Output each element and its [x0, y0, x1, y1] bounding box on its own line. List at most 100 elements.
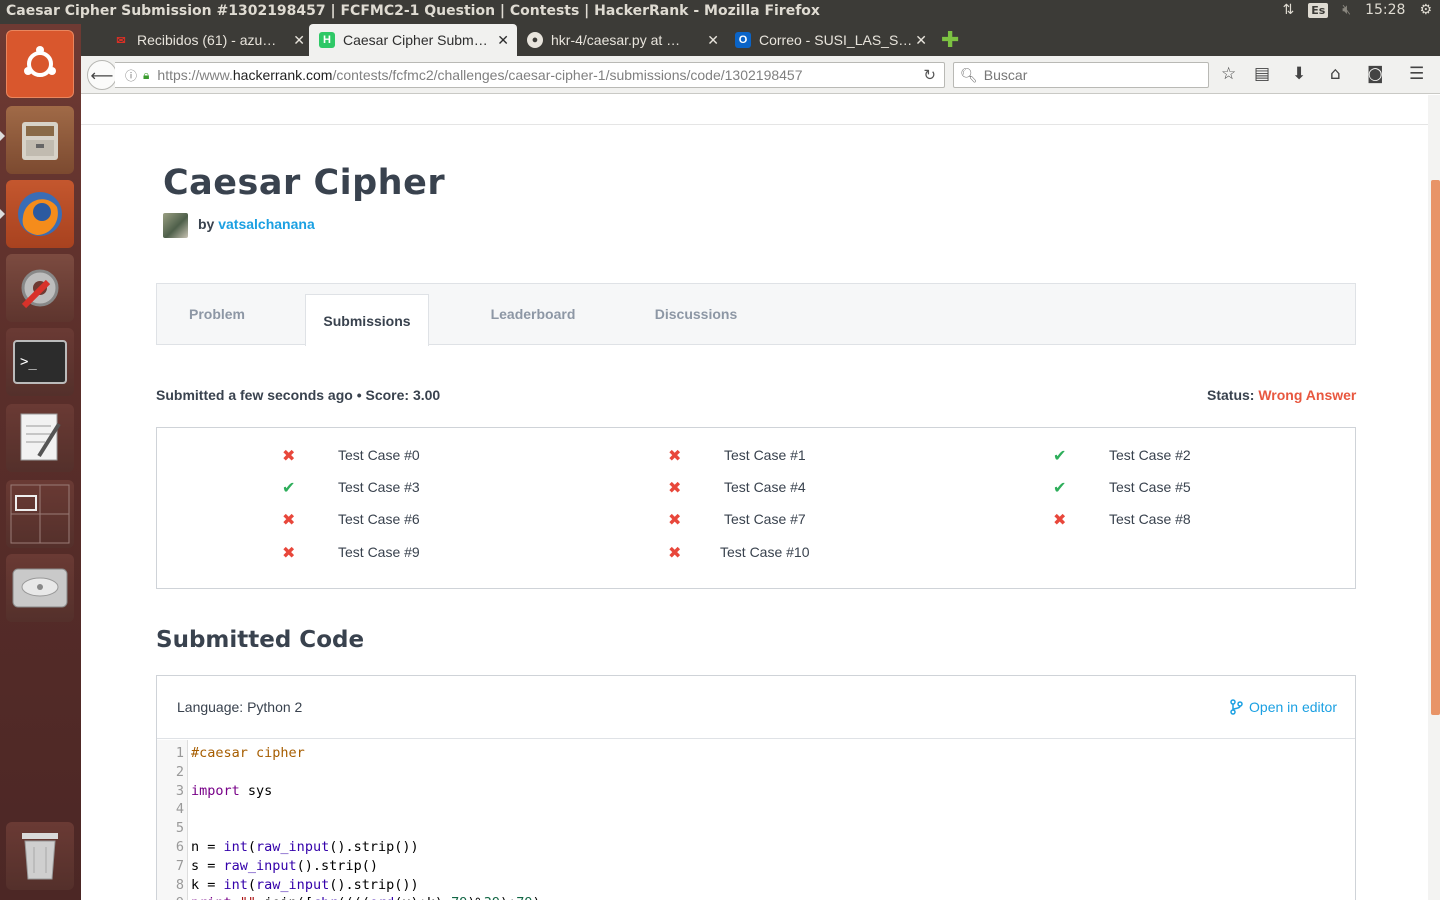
browser-tab-hackerrank[interactable]: H Caesar Cipher Subm… ✕ [309, 24, 517, 56]
open-in-editor-link[interactable]: Open in editor [1229, 699, 1337, 715]
code-text: n = int(raw_input().strip()) [191, 839, 419, 855]
system-settings-icon[interactable] [6, 254, 74, 322]
divider [81, 124, 1428, 125]
browser-tab-github[interactable]: ● hkr-4/caesar.py at … ✕ [517, 24, 727, 56]
status-label: Status: [1207, 387, 1255, 403]
challenge-title: Caesar Cipher [163, 163, 446, 203]
pocket-icon[interactable]: ◙ [1367, 64, 1384, 84]
test-case-grid: ✖ Test Case #0 ✖ Test Case #1 ✔ Test Case #2 ✔… [156, 427, 1356, 589]
line-number: 2 [175, 763, 184, 780]
bookmark-star-icon[interactable]: ☆ [1221, 64, 1236, 84]
browser-tab-strip: ✉ Recibidos (61) - azu… ✕ H Caesar Ciphe… [81, 24, 1440, 56]
code-panel-header: Language: Python 2 Open in editor [157, 676, 1355, 739]
info-icon[interactable]: ⓘ [125, 67, 137, 84]
test-case-label[interactable]: Test Case #2 [1109, 447, 1191, 463]
scrollbar-thumb[interactable] [1431, 180, 1440, 715]
line-number: 8 [175, 876, 184, 893]
challenge-tabs: Problem Submissions Leaderboard Discussi… [156, 283, 1356, 346]
url-bar[interactable]: ⓘ 🔒︎ https://www.hackerrank.com/contests… [115, 62, 945, 88]
page-content: Caesar Cipher by vatsalchanana Problem S… [81, 95, 1428, 900]
submission-meta: Submitted a few seconds ago • Score: 3.0… [156, 387, 441, 403]
menu-icon[interactable]: ☰ [1409, 64, 1424, 84]
submitted-code-heading: Submitted Code [156, 627, 365, 653]
code-editor[interactable]: 1 #caesar cipher 2 3 import sys 4 5 6 n = int(ra… [157, 740, 1355, 900]
test-case-label[interactable]: Test Case #7 [724, 511, 806, 527]
settings-gear-icon[interactable]: ⚙ [1419, 2, 1432, 18]
svg-text:>_: >_ [20, 354, 37, 370]
author-line: by vatsalchanana [198, 216, 315, 232]
back-button[interactable]: ⟵ [87, 60, 117, 90]
tab-label: hkr-4/caesar.py at … [551, 32, 681, 48]
files-icon[interactable] [6, 106, 74, 174]
code-panel: Language: Python 2 Open in editor 1 #caes… [156, 675, 1356, 900]
code-text: print "".join([chr((((ord(x)+k)-79)%39)+… [191, 894, 541, 900]
network-icon[interactable]: ⇅ [1282, 2, 1294, 18]
ubuntu-dash-icon[interactable] [6, 30, 74, 98]
test-case-label[interactable]: Test Case #0 [338, 447, 420, 463]
github-icon: ● [527, 32, 543, 48]
search-bar[interactable]: 🔍︎ Buscar [953, 62, 1209, 88]
cross-icon: ✖ [282, 446, 296, 465]
line-number: 7 [175, 857, 184, 874]
tab-label: Correo - SUSI_LAS_S… [759, 32, 913, 48]
tab-discussions[interactable]: Discussions [635, 284, 757, 344]
author-link[interactable]: vatsalchanana [218, 216, 315, 232]
os-top-panel: Caesar Cipher Submission #1302198457 | F… [0, 0, 1440, 24]
workspaces-icon[interactable] [6, 480, 74, 548]
hackerrank-icon: H [319, 32, 335, 48]
home-icon[interactable]: ⌂ [1330, 64, 1341, 84]
outlook-icon: O [735, 32, 751, 48]
window-title: Caesar Cipher Submission #1302198457 | F… [6, 3, 820, 19]
browser-tab-gmail[interactable]: ✉ Recibidos (61) - azu… ✕ [103, 24, 313, 56]
check-icon: ✔ [282, 478, 296, 497]
close-icon[interactable]: ✕ [293, 32, 305, 49]
keyboard-layout-indicator[interactable]: Es [1308, 2, 1329, 18]
new-tab-icon[interactable]: ✚ [941, 28, 959, 53]
tab-label: Recibidos (61) - azu… [137, 32, 277, 48]
line-number: 5 [175, 820, 184, 837]
line-number: 6 [175, 839, 184, 855]
tab-label: Caesar Cipher Subm… [343, 32, 488, 48]
trash-icon[interactable] [6, 822, 74, 890]
indicator-area: ⇅ Es 🔇︎ 15:28 ⚙ [1282, 2, 1432, 18]
firefox-icon[interactable] [6, 180, 74, 248]
tab-submissions[interactable]: Submissions [305, 294, 429, 346]
lock-icon: 🔒︎ [143, 67, 150, 82]
ubuntu-launcher: >_ [0, 24, 81, 900]
test-case-label[interactable]: Test Case #9 [338, 544, 420, 560]
check-icon: ✔ [1053, 478, 1067, 497]
disk-icon[interactable] [6, 554, 74, 622]
test-case-label[interactable]: Test Case #1 [724, 447, 806, 463]
tab-problem[interactable]: Problem [157, 284, 277, 344]
volume-muted-icon[interactable]: 🔇︎ [1342, 2, 1351, 18]
reload-icon[interactable]: ↻ [923, 66, 936, 84]
status-value: Wrong Answer [1258, 387, 1357, 403]
reading-list-icon[interactable]: ▤ [1254, 64, 1270, 84]
test-case-label[interactable]: Test Case #4 [724, 479, 806, 495]
cross-icon: ✖ [282, 543, 296, 562]
test-case-label[interactable]: Test Case #10 [720, 544, 810, 560]
text-editor-icon[interactable] [6, 404, 74, 472]
close-icon[interactable]: ✕ [497, 32, 509, 49]
avatar[interactable] [163, 213, 188, 238]
clock[interactable]: 15:28 [1365, 2, 1405, 18]
test-case-label[interactable]: Test Case #3 [338, 479, 420, 495]
downloads-icon[interactable]: ⬇ [1292, 64, 1306, 84]
close-icon[interactable]: ✕ [915, 32, 927, 49]
tab-leaderboard[interactable]: Leaderboard [467, 284, 599, 344]
browser-nav-bar: ⟵ ⓘ 🔒︎ https://www.hackerrank.com/contes… [81, 56, 1440, 94]
by-label: by [198, 216, 215, 232]
test-case-label[interactable]: Test Case #8 [1109, 511, 1191, 527]
test-case-label[interactable]: Test Case #6 [338, 511, 420, 527]
terminal-icon[interactable]: >_ [6, 328, 74, 396]
branch-icon [1230, 699, 1243, 715]
search-placeholder: Buscar [983, 67, 1028, 83]
browser-tab-outlook[interactable]: O Correo - SUSI_LAS_S… ✕ [725, 24, 935, 56]
line-number: 9 [157, 894, 184, 900]
test-case-label[interactable]: Test Case #5 [1109, 479, 1191, 495]
back-arrow-icon: ⟵ [90, 65, 114, 85]
code-text: k = int(raw_input().strip()) [191, 876, 419, 893]
search-icon: 🔍︎ [960, 66, 978, 83]
close-icon[interactable]: ✕ [707, 32, 719, 49]
cross-icon: ✖ [1053, 510, 1067, 529]
